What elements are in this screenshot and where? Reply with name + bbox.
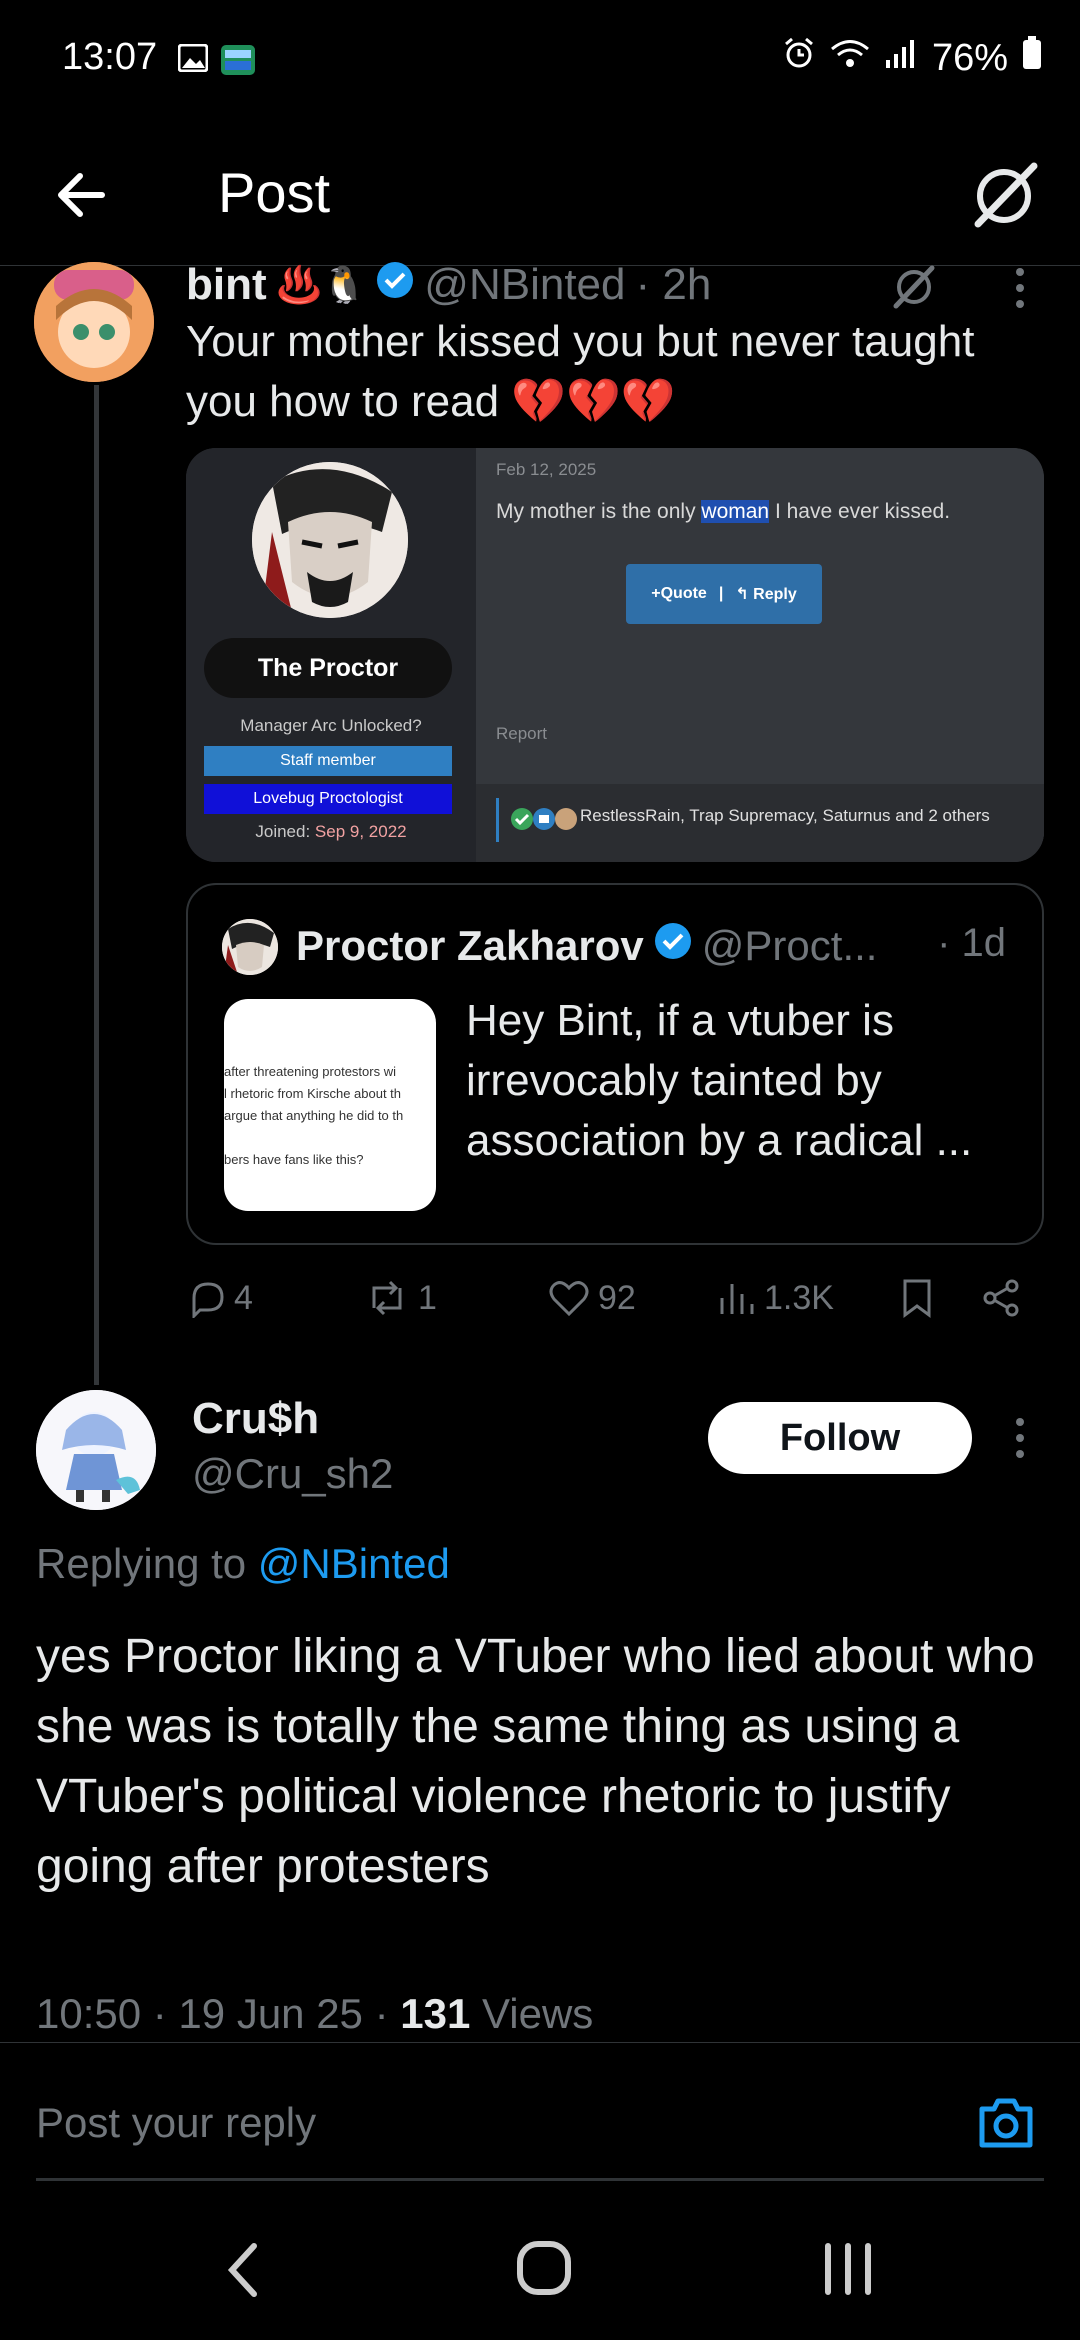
views-count: 1.3K: [764, 1278, 834, 1317]
replying-to-handle[interactable]: @NBinted: [258, 1540, 450, 1587]
more-options-icon[interactable]: [1004, 266, 1036, 315]
quoted-text: Hey Bint, if a vtuber is irrevocably tai…: [466, 996, 973, 1165]
camera-icon[interactable]: [976, 2095, 1036, 2156]
message-pre: My mother is the only: [496, 500, 702, 523]
reply-count: 4: [234, 1278, 253, 1317]
quoted-avatar: [222, 919, 278, 975]
joined-line: Joined: Sep 9, 2022: [186, 822, 476, 842]
reply-text: yes Proctor liking a VTuber who lied abo…: [36, 1630, 1035, 1893]
repost-icon: [372, 1280, 402, 1316]
reply-composer: Post your reply: [0, 2042, 1080, 2182]
grok-icon[interactable]: [968, 158, 1040, 230]
quoted-author-name: Proctor Zakharov: [296, 922, 644, 969]
reply-more-options-icon[interactable]: [1004, 1416, 1036, 1465]
battery-text: 76%: [931, 36, 1008, 79]
reply-timestamp: 10:50 · 19 Jun 25 ·: [36, 1990, 401, 2037]
nav-back-icon[interactable]: [222, 2240, 262, 2305]
repost-count: 1: [418, 1278, 437, 1317]
thumb-text: after threatening protestors wi l rhetor…: [224, 1064, 404, 1167]
report-link: Report: [496, 724, 548, 743]
quoted-time: · 1d: [937, 921, 1006, 965]
back-arrow-icon[interactable]: [48, 160, 118, 230]
reply-icon: [192, 1282, 224, 1318]
quoted-handle: @Proct...: [701, 922, 878, 969]
grok-small-icon[interactable]: [890, 262, 938, 315]
quoted-thumbnail: after threatening protestors wi l rhetor…: [224, 999, 436, 1211]
author-avatar[interactable]: [34, 262, 154, 382]
joined-label: Joined:: [255, 822, 311, 841]
reactions-text: RestlessRain, Trap Supremacy, Saturnus a…: [580, 806, 990, 825]
reply-views-label: Views: [470, 1990, 594, 2037]
author-name[interactable]: bint: [186, 260, 267, 310]
status-bar: 13:07 76%: [0, 0, 1080, 120]
forum-user-panel: The Proctor Manager Arc Unlocked? Staff …: [186, 448, 476, 862]
author-emoji-badges: ♨️🐧: [276, 264, 367, 305]
wifi-icon: [830, 37, 870, 80]
message-text: My mother is the only woman I have ever …: [496, 500, 950, 524]
app-notification-icon: [220, 44, 256, 81]
verified-badge-icon: [376, 260, 414, 310]
nav-recents-icon[interactable]: [822, 2242, 874, 2301]
title-badge: Lovebug Proctologist: [204, 784, 452, 814]
message-highlight: woman: [701, 500, 770, 523]
reply-views-count: 131: [400, 1990, 471, 2037]
gallery-notification-icon: [177, 43, 209, 77]
quote-reply-popup: +Quote | ↰ Reply: [626, 564, 822, 624]
views-icon: [720, 1284, 754, 1314]
composer-divider: [36, 2178, 1044, 2181]
post-text: Your mother kissed you but never taught …: [186, 317, 975, 426]
message-date: Feb 12, 2025: [496, 460, 597, 479]
reaction-icons: [510, 806, 580, 832]
page-title: Post: [218, 161, 331, 224]
system-nav-bar: [0, 2200, 1080, 2340]
reply-meta: 10:50 · 19 Jun 25 · 131 Views: [36, 1990, 593, 2038]
views-button[interactable]: 1.3K: [718, 1278, 834, 1318]
post-time: · 2h: [635, 260, 712, 309]
bookmark-button[interactable]: [900, 1278, 934, 1318]
staff-badge: Staff member: [204, 746, 452, 776]
quoted-header: Proctor Zakharov @Proct...: [296, 921, 877, 971]
top-app-bar: Post: [0, 120, 1080, 266]
forum-message-panel: Feb 12, 2025 My mother is the only woman…: [476, 448, 1044, 862]
battery-icon: [1022, 36, 1042, 80]
signal-icon: [884, 37, 918, 80]
bookmark-icon: [903, 1279, 931, 1318]
thread-connector: [94, 385, 99, 1385]
reply-author-name[interactable]: Cru$h: [192, 1394, 319, 1444]
nav-home-icon[interactable]: [516, 2240, 572, 2301]
quoted-verified-badge-icon: [654, 922, 692, 970]
heart-icon: [549, 1281, 589, 1317]
reply-author-handle[interactable]: @Cru_sh2: [192, 1450, 393, 1498]
reply-action-button[interactable]: 4: [186, 1278, 253, 1318]
like-button[interactable]: 92: [548, 1278, 636, 1318]
share-button[interactable]: [980, 1278, 1022, 1318]
repost-button[interactable]: 1: [364, 1278, 437, 1318]
replying-to-line: Replying to @NBinted: [36, 1540, 450, 1588]
post-header: bint ♨️🐧 @NBinted · 2h: [186, 258, 711, 312]
follow-button[interactable]: Follow: [708, 1402, 972, 1474]
share-icon: [983, 1279, 1019, 1317]
message-post: I have ever kissed.: [769, 500, 951, 523]
alarm-icon: [782, 36, 816, 80]
like-count: 92: [598, 1278, 636, 1317]
reply-input[interactable]: Post your reply: [36, 2099, 316, 2147]
reply-author-avatar[interactable]: [36, 1390, 156, 1510]
replying-to-label: Replying to: [36, 1540, 258, 1587]
forum-username: The Proctor: [204, 638, 452, 698]
author-handle[interactable]: @NBinted: [424, 260, 625, 310]
clock: 13:07: [62, 36, 158, 78]
forum-role-line: Manager Arc Unlocked?: [240, 716, 422, 735]
post-actions: 4 1 92 1.3K: [186, 1278, 1046, 1328]
post-image[interactable]: The Proctor Manager Arc Unlocked? Staff …: [186, 448, 1044, 862]
forum-avatar: [252, 462, 408, 618]
status-right: 76%: [782, 36, 1042, 80]
quoted-post[interactable]: Proctor Zakharov @Proct... · 1d after th…: [186, 883, 1044, 1245]
joined-date: Sep 9, 2022: [314, 822, 407, 841]
reactions-bar: RestlessRain, Trap Supremacy, Saturnus a…: [476, 784, 1044, 862]
reply-action: ↰ Reply: [735, 586, 797, 603]
quote-action: +Quote: [651, 585, 707, 602]
